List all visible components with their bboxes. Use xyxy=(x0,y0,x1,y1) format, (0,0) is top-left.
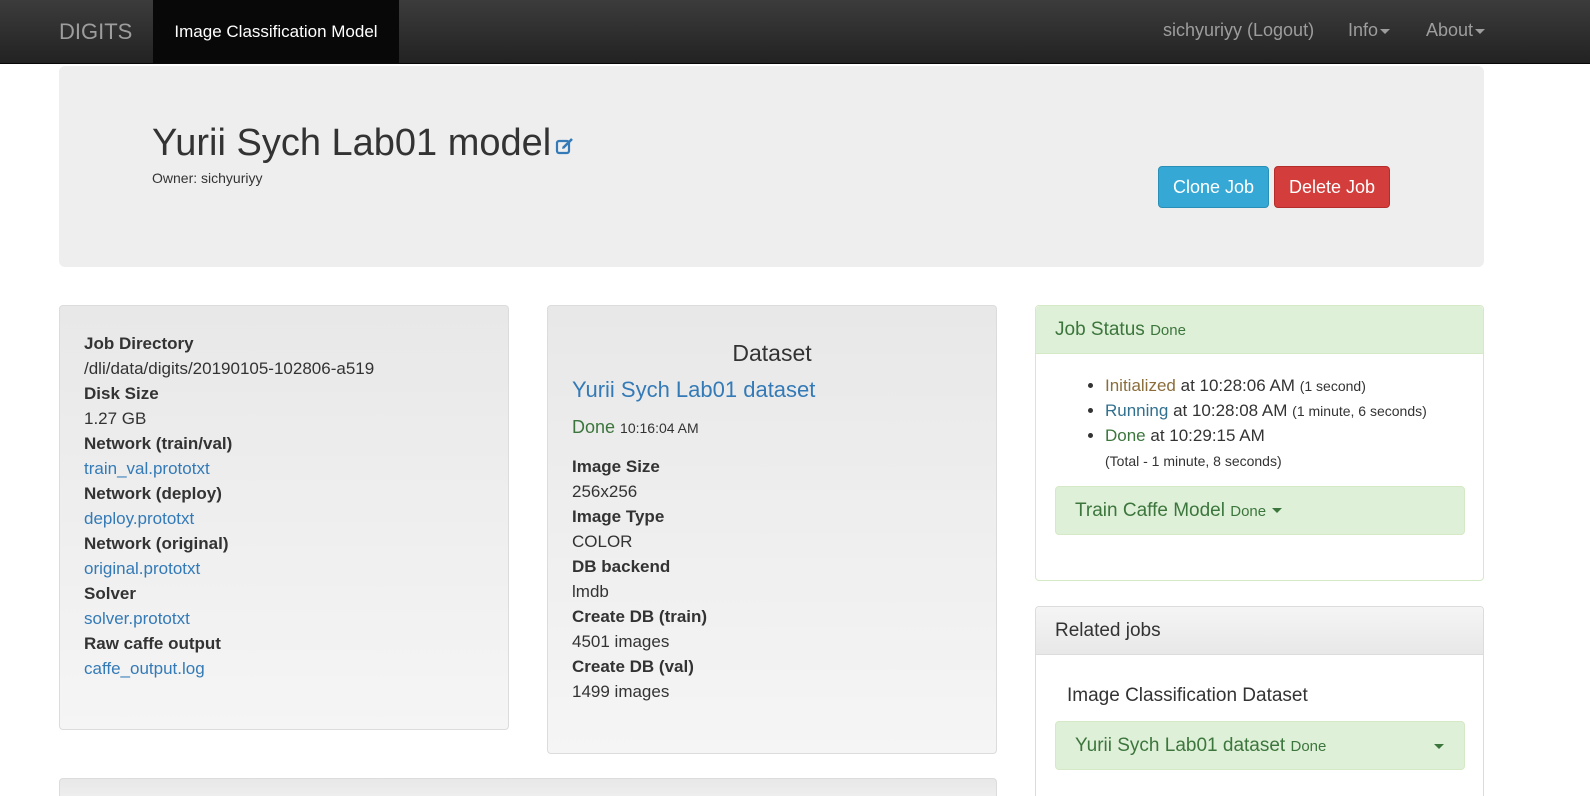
create-db-train-label: Create DB (train) xyxy=(572,607,708,626)
about-menu[interactable]: About xyxy=(1426,20,1486,41)
solver-link[interactable]: solver.prototxt xyxy=(84,606,374,631)
db-backend-label: DB backend xyxy=(572,557,671,576)
edit-icon[interactable] xyxy=(555,123,575,166)
train-caffe-model-toggle[interactable]: Train Caffe Model Done xyxy=(1055,486,1465,535)
image-type-label: Image Type xyxy=(572,507,665,526)
network-original-link[interactable]: original.prototxt xyxy=(84,556,374,581)
logout-link[interactable]: sichyuriyy (Logout) xyxy=(1163,20,1314,41)
job-directory-label: Job Directory xyxy=(84,334,194,353)
related-job-name: Yurii Sych Lab01 dataset xyxy=(1075,735,1286,756)
related-jobs-header: Related jobs xyxy=(1036,607,1483,655)
nav-tab-active[interactable]: Image Classification Model xyxy=(153,0,399,64)
image-size-value: 256x256 xyxy=(572,482,638,501)
related-job-state: Done xyxy=(1290,738,1327,755)
related-heading: Image Classification Dataset xyxy=(1067,685,1308,706)
chevron-down-icon xyxy=(1380,28,1391,34)
image-type-value: COLOR xyxy=(572,532,633,551)
page-title: Yurii Sych Lab01 model xyxy=(152,122,575,166)
status-event: Initialized at 10:28:06 AM (1 second) xyxy=(1105,373,1427,398)
status-time: at 10:28:06 AM xyxy=(1180,376,1295,395)
dataset-status-label: Done xyxy=(572,417,616,437)
network-trainval-label: Network (train/val) xyxy=(84,434,233,453)
status-event: Running at 10:28:08 AM (1 minute, 6 seco… xyxy=(1105,398,1427,423)
status-total: (Total - 1 minute, 8 seconds) xyxy=(1105,453,1282,469)
chevron-down-icon xyxy=(1475,28,1486,34)
job-header: Yurii Sych Lab01 model Owner: sichyuriyy… xyxy=(59,66,1484,267)
about-label: About xyxy=(1426,20,1474,40)
clone-job-button[interactable]: Clone Job xyxy=(1158,166,1269,208)
job-status-state: Done xyxy=(1150,322,1186,339)
info-label: Info xyxy=(1348,20,1379,40)
dataset-info-list: Image Size 256x256 Image Type COLOR DB b… xyxy=(572,454,707,704)
owner-label: Owner: sichyuriyy xyxy=(152,170,263,186)
network-deploy-label: Network (deploy) xyxy=(84,484,222,503)
dataset-panel: Dataset Yurii Sych Lab01 dataset Done 10… xyxy=(547,305,997,754)
bottom-panel xyxy=(59,778,997,796)
job-title-text: Yurii Sych Lab01 model xyxy=(152,122,552,164)
image-size-label: Image Size xyxy=(572,457,660,476)
status-state-running: Running xyxy=(1105,401,1169,420)
raw-output-label: Raw caffe output xyxy=(84,634,221,653)
job-info-panel: Job Directory /dli/data/digits/20190105-… xyxy=(59,305,509,730)
db-backend-value: lmdb xyxy=(572,582,609,601)
create-db-train-value: 4501 images xyxy=(572,632,670,651)
dataset-link[interactable]: Yurii Sych Lab01 dataset xyxy=(572,377,815,403)
related-dataset-toggle[interactable]: Yurii Sych Lab01 dataset Done xyxy=(1055,721,1465,770)
dataset-heading: Dataset xyxy=(732,340,812,366)
job-info-list: Job Directory /dli/data/digits/20190105-… xyxy=(84,331,374,681)
navbar: DIGITS Image Classification Model sichyu… xyxy=(0,0,1590,64)
task-state: Done xyxy=(1230,503,1267,520)
status-state-initialized: Initialized xyxy=(1105,376,1176,395)
create-db-val-value: 1499 images xyxy=(572,682,670,701)
brand-link[interactable]: DIGITS xyxy=(59,19,132,45)
chevron-down-icon xyxy=(1272,508,1283,514)
network-trainval-link[interactable]: train_val.prototxt xyxy=(84,456,374,481)
network-original-label: Network (original) xyxy=(84,534,229,553)
dataset-status: Done 10:16:04 AM xyxy=(572,417,699,438)
status-time: at 10:29:15 AM xyxy=(1150,426,1265,445)
status-timeline: Initialized at 10:28:06 AM (1 second) Ru… xyxy=(1105,373,1427,448)
network-deploy-link[interactable]: deploy.prototxt xyxy=(84,506,374,531)
status-time: at 10:28:08 AM xyxy=(1173,401,1288,420)
job-status-header: Job Status Done xyxy=(1036,306,1483,354)
job-status-panel: Job Status Done Initialized at 10:28:06 … xyxy=(1035,305,1484,581)
raw-output-link[interactable]: caffe_output.log xyxy=(84,656,374,681)
status-event: Done at 10:29:15 AM xyxy=(1105,423,1427,448)
chevron-down-icon xyxy=(1434,744,1444,749)
dataset-status-time: 10:16:04 AM xyxy=(620,420,699,436)
status-state-done: Done xyxy=(1105,426,1146,445)
job-directory-value: /dli/data/digits/20190105-102806-a519 xyxy=(84,359,375,378)
task-name: Train Caffe Model xyxy=(1075,500,1225,521)
info-menu[interactable]: Info xyxy=(1348,20,1391,41)
create-db-val-label: Create DB (val) xyxy=(572,657,694,676)
status-duration: (1 second) xyxy=(1299,378,1366,394)
delete-job-button[interactable]: Delete Job xyxy=(1274,166,1390,208)
status-duration: (1 minute, 6 seconds) xyxy=(1292,403,1427,419)
disk-size-value: 1.27 GB xyxy=(84,409,147,428)
disk-size-label: Disk Size xyxy=(84,384,159,403)
solver-label: Solver xyxy=(84,584,136,603)
related-jobs-panel: Related jobs Image Classification Datase… xyxy=(1035,606,1484,796)
job-status-title: Job Status xyxy=(1055,319,1145,340)
